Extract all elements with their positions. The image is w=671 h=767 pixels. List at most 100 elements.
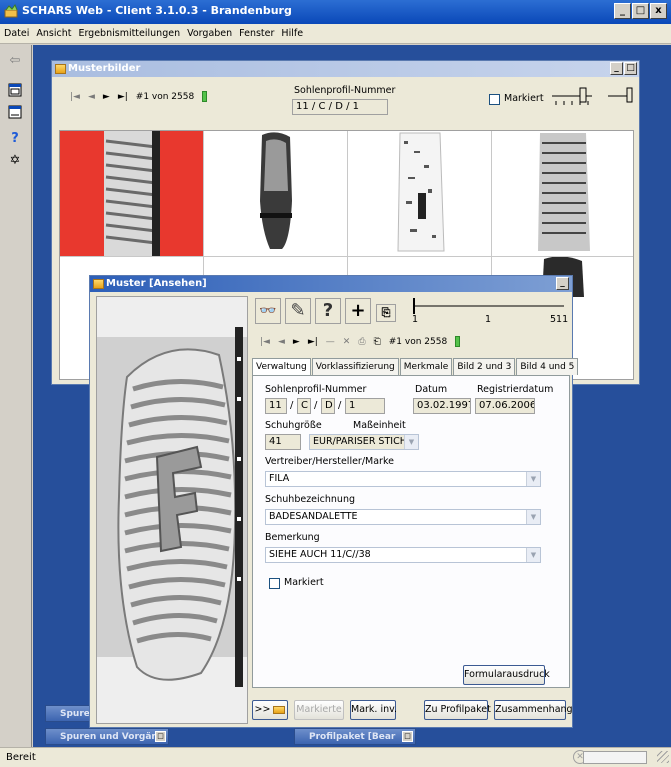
app-title: SCHARS Web - Client 3.1.0.3 - Brandenbur… bbox=[22, 4, 292, 17]
folder-icon bbox=[93, 279, 104, 289]
muster-ansehen-window: Muster [Ansehen] _ 👓 ✎ ? + ⎘ 1 1 511 |◄ … bbox=[89, 275, 579, 728]
resize-grip-icon[interactable] bbox=[657, 751, 669, 763]
schuhbezeichnung-value: BADESANDALETTE bbox=[269, 511, 358, 522]
musterbilder-minimize-button[interactable]: _ bbox=[610, 62, 623, 75]
add-button[interactable]: + bbox=[345, 298, 371, 324]
first-record-icon[interactable]: |◄ bbox=[70, 92, 80, 102]
vertreiber-label: Vertreiber/Hersteller/Marke bbox=[265, 456, 394, 467]
status-bar: Bereit ✕ bbox=[0, 747, 671, 767]
back-arrow-icon[interactable]: ⇦ bbox=[7, 53, 23, 69]
last-record-icon[interactable]: ►| bbox=[308, 337, 318, 347]
schuhbezeichnung-label: Schuhbezeichnung bbox=[265, 494, 355, 505]
next-record-icon[interactable]: ► bbox=[103, 92, 110, 102]
cancel-icon[interactable]: ✕ bbox=[343, 337, 351, 347]
double-arrow-icon: >> bbox=[254, 704, 271, 715]
thumbnail-cell-selected[interactable] bbox=[60, 131, 204, 257]
profile-part-3-field[interactable]: D bbox=[321, 398, 335, 414]
view-glasses-button[interactable]: 👓 bbox=[255, 298, 281, 324]
save-icon[interactable]: ⎗ bbox=[374, 337, 381, 347]
menu-bar: Datei Ansicht Ergebnismitteilungen Vorga… bbox=[0, 24, 671, 44]
minimized-title: Spuren und Vorgän bbox=[60, 732, 158, 742]
vertreiber-select[interactable]: FILA ▼ bbox=[265, 471, 541, 487]
previous-record-icon[interactable]: ◄ bbox=[278, 337, 285, 347]
vertreiber-value: FILA bbox=[269, 473, 290, 484]
restore-icon[interactable]: □ bbox=[402, 731, 413, 742]
glasses-icon: 👓 bbox=[259, 303, 277, 319]
musterbilder-title: Musterbilder bbox=[68, 63, 141, 74]
thumbnail-cell[interactable] bbox=[204, 131, 348, 257]
app-close-button[interactable]: x bbox=[650, 3, 667, 19]
profile-separator: / bbox=[311, 101, 316, 112]
masseinheit-value: EUR/PARISER STICH bbox=[313, 436, 407, 447]
previous-record-icon[interactable]: ◄ bbox=[88, 92, 95, 102]
tab-vorklassifizierung[interactable]: Vorklassifizierung bbox=[311, 358, 399, 375]
next-record-icon[interactable]: ► bbox=[293, 337, 300, 347]
markiert-label: Markiert bbox=[284, 577, 324, 588]
muster-ansehen-minimize-button[interactable]: _ bbox=[556, 277, 569, 290]
minus-icon[interactable]: — bbox=[326, 337, 335, 347]
record-counter: #1 von 2558 bbox=[135, 91, 195, 102]
thumbnail-size-slider[interactable] bbox=[550, 85, 635, 109]
sole-image bbox=[96, 296, 248, 724]
last-record-icon[interactable]: ►| bbox=[118, 92, 128, 102]
tile-window-icon[interactable] bbox=[7, 105, 23, 121]
document-icon[interactable]: ⎙ bbox=[358, 337, 365, 347]
menu-fenster[interactable]: Fenster bbox=[239, 28, 274, 39]
menu-vorgaben[interactable]: Vorgaben bbox=[187, 28, 232, 39]
help-button[interactable]: ? bbox=[315, 298, 341, 324]
menu-ergebnismitteilungen[interactable]: Ergebnismitteilungen bbox=[78, 28, 180, 39]
thumbnail-cell[interactable] bbox=[348, 131, 492, 257]
thumbnail-cell[interactable] bbox=[492, 131, 633, 257]
help-icon[interactable]: ? bbox=[7, 131, 23, 147]
zu-profilpaket-button[interactable]: Zu Profilpaket bbox=[424, 700, 491, 720]
tab-verwaltung[interactable]: Verwaltung bbox=[252, 358, 311, 376]
zusammenhang-button[interactable]: Zusammenhang bbox=[494, 700, 573, 720]
profile-separator: / bbox=[314, 400, 318, 411]
datum-field[interactable]: 03.02.1997 bbox=[413, 398, 471, 414]
profile-part-1-field[interactable]: 11 bbox=[265, 398, 287, 414]
menu-hilfe[interactable]: Hilfe bbox=[281, 28, 303, 39]
plus-icon: + bbox=[350, 300, 366, 321]
edit-pencil-button[interactable]: ✎ bbox=[285, 298, 311, 324]
bemerkung-select[interactable]: SIEHE AUCH 11/C//38 ▼ bbox=[265, 547, 541, 563]
registrierdatum-field[interactable]: 07.06.2006 bbox=[475, 398, 535, 414]
copy-icon: ⎘ bbox=[381, 306, 391, 319]
musterbilder-navigator: |◄ ◄ ► ►| #1 von 2558 bbox=[70, 91, 208, 102]
tab-merkmale[interactable]: Merkmale bbox=[399, 358, 453, 375]
restore-icon[interactable]: □ bbox=[155, 731, 166, 742]
masseinheit-select[interactable]: EUR/PARISER STICH ▼ bbox=[309, 434, 419, 450]
menu-datei[interactable]: Datei bbox=[4, 28, 29, 39]
minimized-window-spuren-vorgaenge[interactable]: Spuren und Vorgän □ bbox=[45, 728, 169, 745]
schuhgroesse-label: Schuhgröße bbox=[265, 420, 322, 431]
schuhgroesse-field[interactable]: 41 bbox=[265, 434, 301, 450]
tab-bild-2-3[interactable]: Bild 2 und 3 bbox=[453, 358, 516, 375]
profile-separator: / bbox=[346, 101, 350, 112]
schuhbezeichnung-select[interactable]: BADESANDALETTE ▼ bbox=[265, 509, 541, 525]
window-icon[interactable] bbox=[7, 83, 23, 99]
mark-inv-button[interactable]: Mark. inv. bbox=[350, 700, 397, 720]
first-record-icon[interactable]: |◄ bbox=[260, 337, 270, 347]
menu-ansicht[interactable]: Ansicht bbox=[36, 28, 71, 39]
record-navigator: |◄ ◄ ► ►| — ✕ ⎙ ⎗ #1 von 2558 bbox=[260, 336, 461, 347]
chevron-down-icon: ▼ bbox=[404, 435, 418, 449]
musterbilder-restore-button[interactable]: □ bbox=[624, 62, 637, 75]
chevron-down-icon: ▼ bbox=[526, 510, 540, 524]
context-help-icon[interactable]: ✡ bbox=[7, 153, 23, 169]
formularausdruck-button[interactable]: Formularausdruck bbox=[463, 665, 550, 685]
markierte-button[interactable]: Markierte bbox=[294, 700, 344, 720]
copy-button[interactable]: ⎘ bbox=[376, 304, 396, 322]
verwaltung-panel: Sohlenprofil-Nummer 11 / C / D / 1 Datum… bbox=[252, 375, 570, 688]
app-minimize-button[interactable]: _ bbox=[614, 3, 631, 19]
profile-part-4-field[interactable]: 1 bbox=[345, 398, 385, 414]
profile-separator: / bbox=[338, 400, 342, 411]
minimized-window-profilpaket[interactable]: Profilpaket [Bear □ bbox=[294, 728, 416, 745]
tab-bild-4-5[interactable]: Bild 4 und 5 bbox=[516, 358, 579, 375]
chevron-down-icon: ▼ bbox=[526, 548, 540, 562]
profile-part-2-field[interactable]: C bbox=[297, 398, 311, 414]
markiert-checkbox[interactable] bbox=[489, 94, 500, 105]
markiert-checkbox[interactable] bbox=[269, 578, 280, 589]
expand-arrows-button[interactable]: >> bbox=[252, 700, 288, 720]
app-restore-button[interactable]: □ bbox=[632, 3, 649, 19]
sohlenprofil-label: Sohlenprofil-Nummer bbox=[294, 85, 396, 96]
sohlenprofil-field[interactable]: 11 / C / D / 1 bbox=[292, 99, 388, 115]
